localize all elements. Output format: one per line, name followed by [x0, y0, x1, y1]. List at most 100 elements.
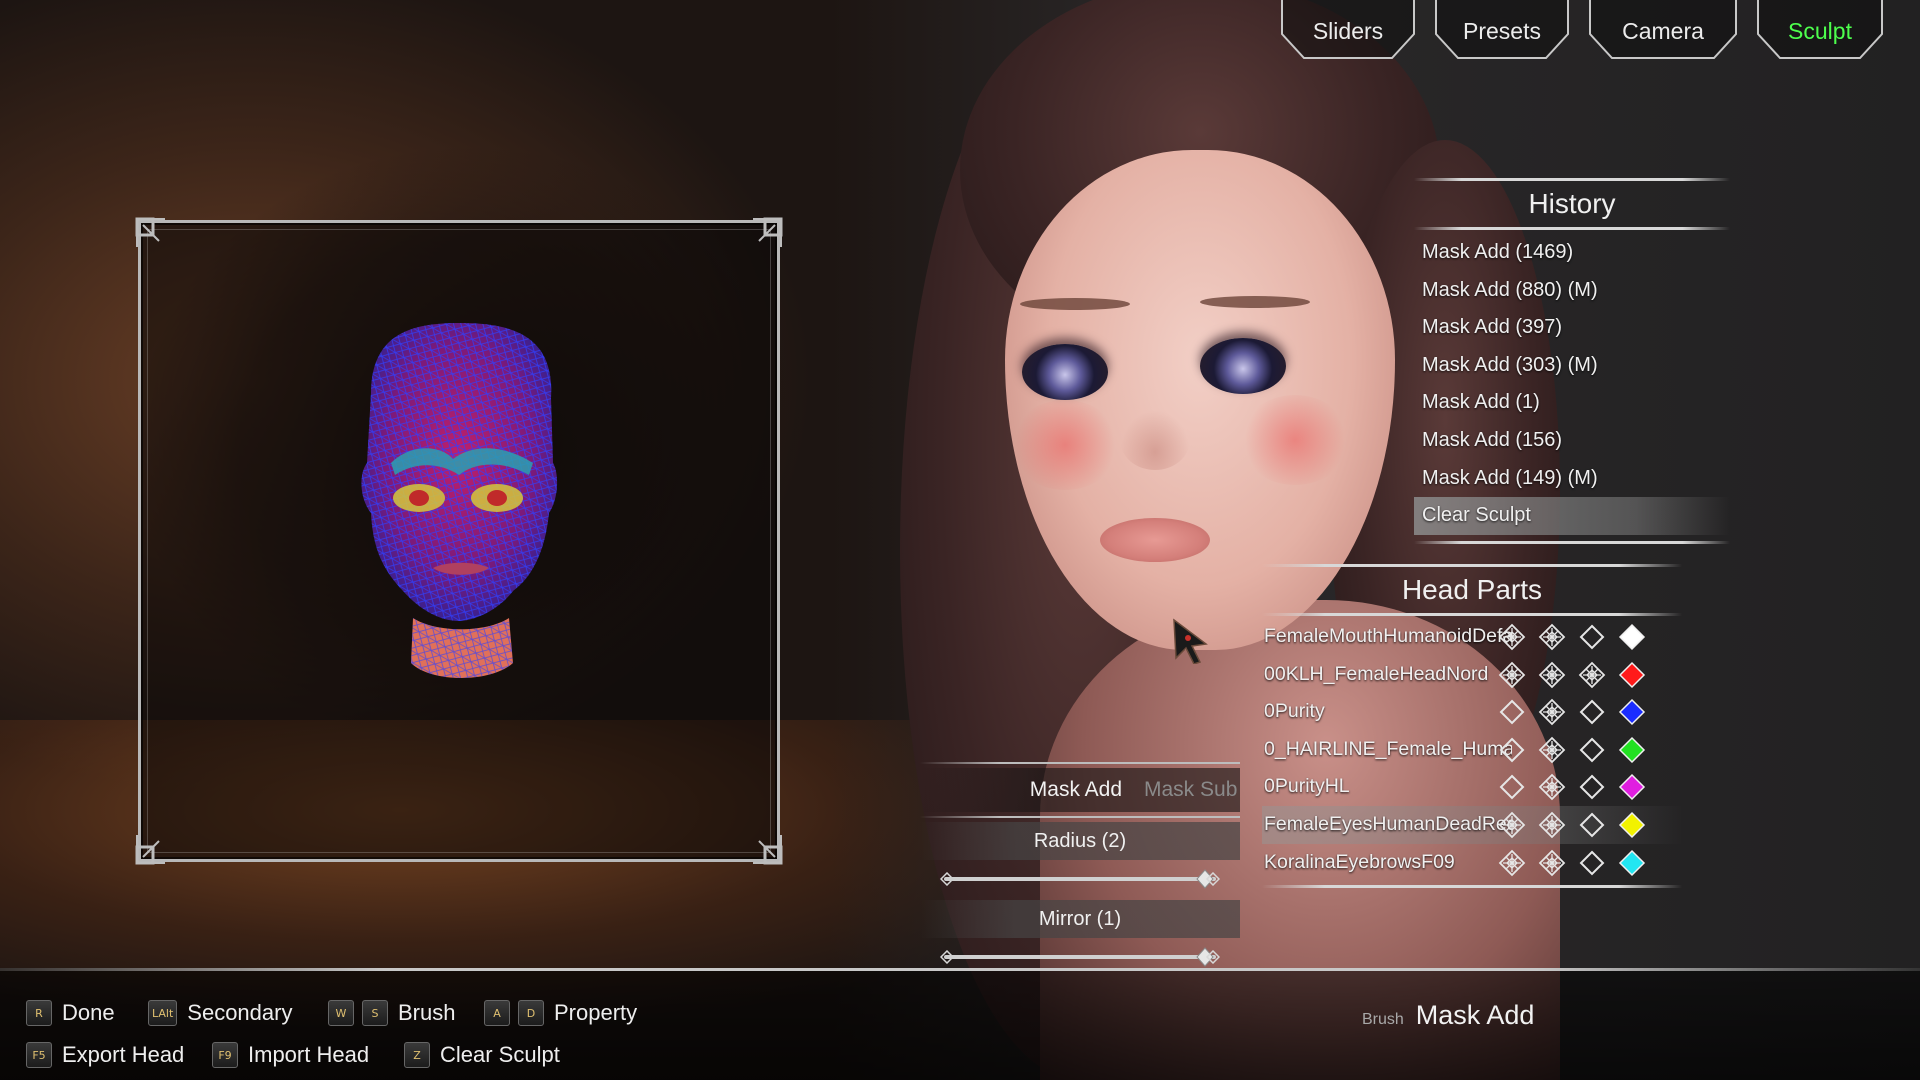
- tab-sculpt[interactable]: Sculpt: [1756, 0, 1884, 60]
- pattern-diamond-icon[interactable]: [1498, 661, 1526, 689]
- history-item[interactable]: Mask Add (149) (M): [1414, 460, 1730, 498]
- head-part-row[interactable]: 0Purity: [1262, 693, 1682, 731]
- color-swatch-icon[interactable]: [1618, 849, 1646, 877]
- key-cap: Z: [404, 1042, 430, 1068]
- pattern-diamond-icon[interactable]: [1498, 849, 1526, 877]
- cursor-arrow-icon: [1173, 618, 1208, 664]
- head-part-row[interactable]: 0_HAIRLINE_Female_Human_Straight: [1262, 731, 1682, 769]
- head-part-name[interactable]: 0PurityHL: [1264, 768, 1512, 806]
- color-swatch-icon[interactable]: [1618, 698, 1646, 726]
- head-part-row[interactable]: KoralinaEyebrowsF09: [1262, 844, 1682, 882]
- radius-slider[interactable]: [920, 868, 1240, 890]
- brush-settings-panel: Mask Add Mask Sub Radius (2) Mirror (1): [920, 758, 1240, 978]
- head-part-row[interactable]: 0PurityHL: [1262, 768, 1682, 806]
- history-item-selected[interactable]: Clear Sculpt: [1414, 497, 1730, 535]
- head-part-row[interactable]: FemaleEyesHumanDeadRed: [1262, 805, 1682, 844]
- keybind-hint[interactable]: Z Clear Sculpt: [404, 1042, 560, 1068]
- diamond-outline-icon[interactable]: [1498, 773, 1526, 801]
- pattern-diamond-icon[interactable]: [1578, 661, 1606, 689]
- brush-top-divider: [920, 762, 1240, 764]
- color-swatch-icon[interactable]: [1618, 661, 1646, 689]
- diamond-outline-icon[interactable]: [1498, 698, 1526, 726]
- key-cap: F5: [26, 1042, 52, 1068]
- history-item[interactable]: Mask Add (156): [1414, 422, 1730, 460]
- diamond-outline-icon[interactable]: [1578, 736, 1606, 764]
- head-parts-bottom-divider: [1262, 885, 1682, 889]
- color-swatch-icon[interactable]: [1618, 623, 1646, 651]
- history-item[interactable]: Mask Add (397): [1414, 309, 1730, 347]
- keybind-hint[interactable]: F5 Export Head: [26, 1042, 184, 1068]
- pattern-diamond-icon[interactable]: [1538, 661, 1566, 689]
- history-item[interactable]: Mask Add (1469): [1414, 234, 1730, 272]
- diamond-outline-icon[interactable]: [1498, 736, 1526, 764]
- sculpt-preview-viewport[interactable]: [135, 217, 783, 865]
- character-left-blush: [1010, 400, 1120, 490]
- keybind-hint[interactable]: LAlt Secondary: [148, 1000, 292, 1026]
- brush-readout-value: Mask Add: [1415, 1000, 1535, 1030]
- tab-camera[interactable]: Camera: [1588, 0, 1738, 60]
- mirror-slider[interactable]: [920, 946, 1240, 968]
- character-lips: [1100, 518, 1210, 562]
- diamond-outline-icon[interactable]: [1578, 623, 1606, 651]
- keybind-hint[interactable]: R Done: [26, 1000, 115, 1026]
- pattern-diamond-icon[interactable]: [1498, 811, 1526, 839]
- diamond-outline-icon[interactable]: [1578, 811, 1606, 839]
- pattern-diamond-icon[interactable]: [1538, 849, 1566, 877]
- key-cap: LAlt: [148, 1000, 178, 1026]
- head-part-name[interactable]: 00KLH_FemaleHeadNord: [1264, 656, 1512, 694]
- slider-right-cap-icon: [1206, 950, 1220, 964]
- tab-presets[interactable]: Presets: [1434, 0, 1570, 60]
- wireframe-head-model: [361, 323, 558, 678]
- color-swatch-icon[interactable]: [1618, 736, 1646, 764]
- head-part-name[interactable]: FemaleEyesHumanDeadRed: [1264, 806, 1512, 844]
- keybind-hint-label: Import Head: [248, 1042, 370, 1067]
- brush-mode-selector: Mask Add Mask Sub: [920, 768, 1240, 812]
- key-cap: S: [362, 1000, 388, 1026]
- character-right-brow: [1200, 296, 1310, 308]
- history-panel: History Mask Add (1469) Mask Add (880) (…: [1414, 178, 1730, 544]
- head-parts-title: Head Parts: [1401, 574, 1543, 605]
- keybind-hint-label: Property: [554, 1000, 638, 1025]
- color-swatch-icon[interactable]: [1618, 773, 1646, 801]
- keybind-hint-label: Done: [62, 1000, 115, 1025]
- brush-mode-mask-sub[interactable]: Mask Sub: [1144, 778, 1240, 802]
- keybind-hint[interactable]: F9 Import Head: [212, 1042, 369, 1068]
- head-part-row[interactable]: 00KLH_FemaleHeadNord: [1262, 656, 1682, 694]
- diamond-outline-icon[interactable]: [1578, 773, 1606, 801]
- head-part-name[interactable]: FemaleMouthHumanoidDefault: [1264, 618, 1512, 656]
- key-cap: F9: [212, 1042, 238, 1068]
- history-item[interactable]: Mask Add (1): [1414, 384, 1730, 422]
- head-part-name[interactable]: KoralinaEyebrowsF09: [1264, 844, 1512, 882]
- keybind-hint-label: Clear Sculpt: [440, 1042, 560, 1067]
- keybind-hint-label: Brush: [398, 1000, 456, 1025]
- head-part-name[interactable]: 0_HAIRLINE_Female_Human_Straight: [1264, 731, 1512, 769]
- radius-label: Radius (2): [920, 822, 1240, 860]
- head-part-name[interactable]: 0Purity: [1264, 693, 1512, 731]
- diamond-outline-icon[interactable]: [1578, 849, 1606, 877]
- tab-presets-label: Presets: [1463, 17, 1541, 44]
- pattern-diamond-icon[interactable]: [1538, 811, 1566, 839]
- slider-right-cap-icon: [1206, 872, 1220, 886]
- diamond-outline-icon[interactable]: [1578, 698, 1606, 726]
- tab-camera-label: Camera: [1622, 17, 1704, 44]
- head-part-row[interactable]: FemaleMouthHumanoidDefault: [1262, 618, 1682, 656]
- history-item[interactable]: Mask Add (880) (M): [1414, 272, 1730, 310]
- tab-sliders[interactable]: Sliders: [1280, 0, 1416, 60]
- pattern-diamond-icon[interactable]: [1538, 736, 1566, 764]
- pattern-diamond-icon[interactable]: [1538, 698, 1566, 726]
- keybind-hint[interactable]: A D Property: [484, 1000, 637, 1026]
- character-right-eye: [1200, 338, 1286, 394]
- pattern-diamond-icon[interactable]: [1538, 623, 1566, 651]
- history-list: Mask Add (1469) Mask Add (880) (M) Mask …: [1414, 234, 1730, 535]
- key-cap: W: [328, 1000, 354, 1026]
- history-item[interactable]: Mask Add (303) (M): [1414, 347, 1730, 385]
- frame-corner-bottom-left: [133, 831, 169, 867]
- keybind-hint[interactable]: W S Brush: [328, 1000, 455, 1026]
- pattern-diamond-icon[interactable]: [1538, 773, 1566, 801]
- pattern-diamond-icon[interactable]: [1498, 623, 1526, 651]
- key-cap: A: [484, 1000, 510, 1026]
- character-right-blush: [1240, 395, 1350, 485]
- brush-mode-mask-add[interactable]: Mask Add: [1030, 778, 1122, 802]
- mirror-label: Mirror (1): [920, 900, 1240, 938]
- color-swatch-icon[interactable]: [1618, 811, 1646, 839]
